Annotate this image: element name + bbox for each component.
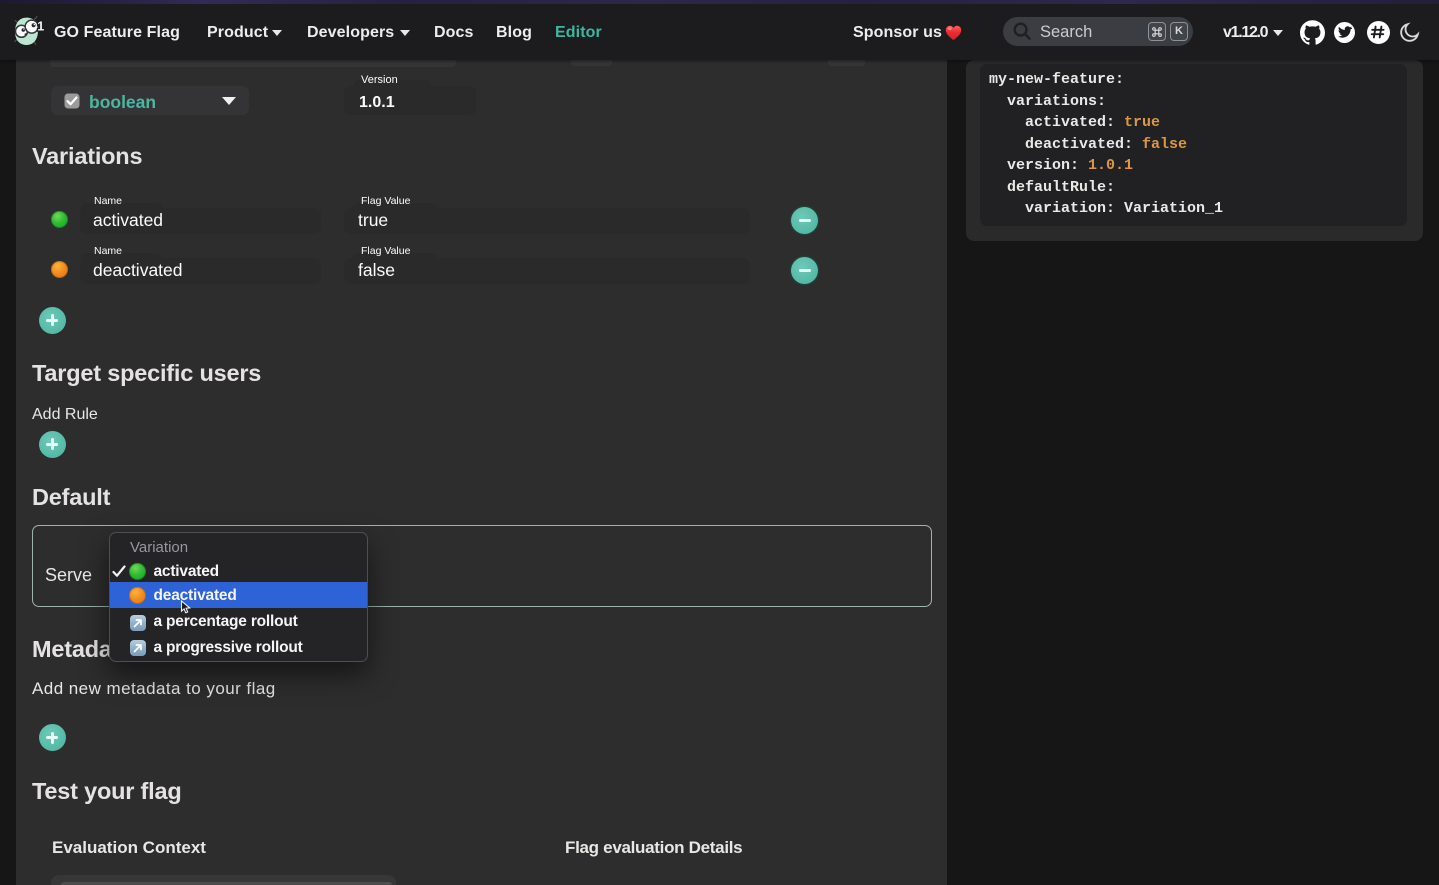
svg-text:1: 1	[37, 20, 44, 34]
